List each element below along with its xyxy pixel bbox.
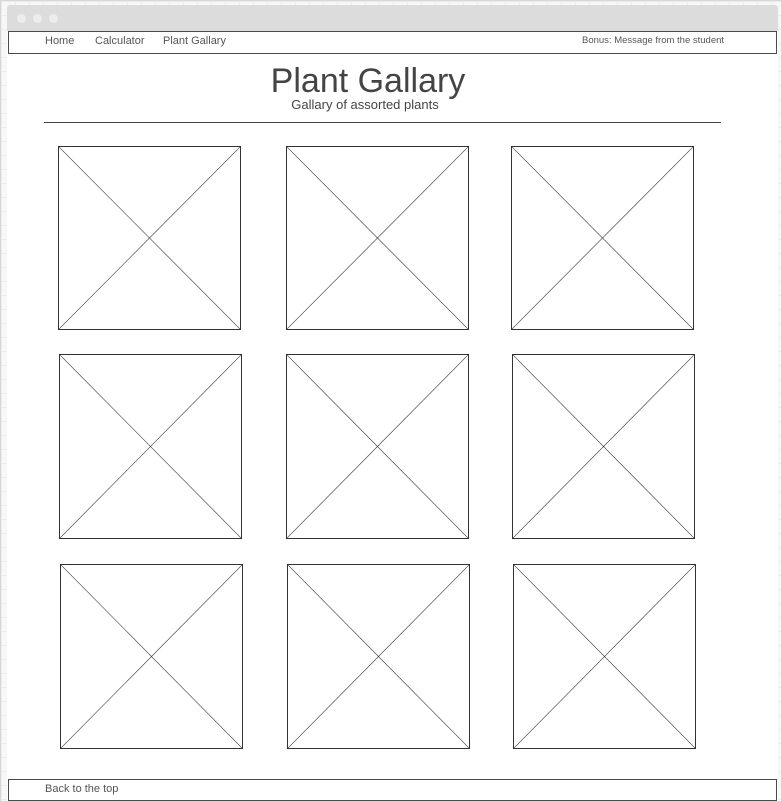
page-subtitle: Gallary of assorted plants: [291, 97, 439, 112]
nav-link-calculator[interactable]: Calculator: [95, 35, 145, 47]
top-navbar: Home Calculator Plant Gallary Bonus: Mes…: [8, 31, 777, 54]
window-close-dot-icon[interactable]: [17, 14, 26, 23]
image-placeholder-icon: [513, 355, 694, 538]
page-footer: Back to the top: [8, 779, 777, 801]
gallery-image-placeholder[interactable]: [286, 146, 469, 330]
page-title: Plant Gallary: [270, 62, 466, 100]
image-placeholder-icon: [287, 355, 468, 538]
back-to-top-link[interactable]: Back to the top: [45, 783, 118, 795]
image-placeholder-icon: [288, 565, 469, 748]
gallery-image-placeholder[interactable]: [59, 354, 242, 539]
page-content: Home Calculator Plant Gallary Bonus: Mes…: [7, 31, 778, 801]
window-titlebar: [7, 5, 778, 31]
image-placeholder-icon: [61, 565, 242, 748]
gallery-image-placeholder[interactable]: [60, 564, 243, 749]
gallery-image-placeholder[interactable]: [58, 146, 241, 330]
window-minimize-dot-icon[interactable]: [33, 14, 42, 23]
nav-link-bonus-message[interactable]: Bonus: Message from the student: [582, 35, 724, 46]
image-placeholder-icon: [512, 147, 693, 329]
gallery-image-placeholder[interactable]: [513, 564, 696, 749]
image-placeholder-icon: [60, 355, 241, 538]
nav-link-home[interactable]: Home: [45, 35, 74, 47]
image-placeholder-icon: [287, 147, 468, 329]
gallery-image-placeholder[interactable]: [286, 354, 469, 539]
image-placeholder-icon: [514, 565, 695, 748]
header-divider: [44, 122, 721, 123]
gallery-image-placeholder[interactable]: [287, 564, 470, 749]
gallery-image-placeholder[interactable]: [512, 354, 695, 539]
gallery-image-placeholder[interactable]: [511, 146, 694, 330]
window-maximize-dot-icon[interactable]: [49, 14, 58, 23]
image-placeholder-icon: [59, 147, 240, 329]
nav-link-plant-gallary[interactable]: Plant Gallary: [163, 35, 226, 47]
browser-window: Home Calculator Plant Gallary Bonus: Mes…: [0, 0, 782, 802]
